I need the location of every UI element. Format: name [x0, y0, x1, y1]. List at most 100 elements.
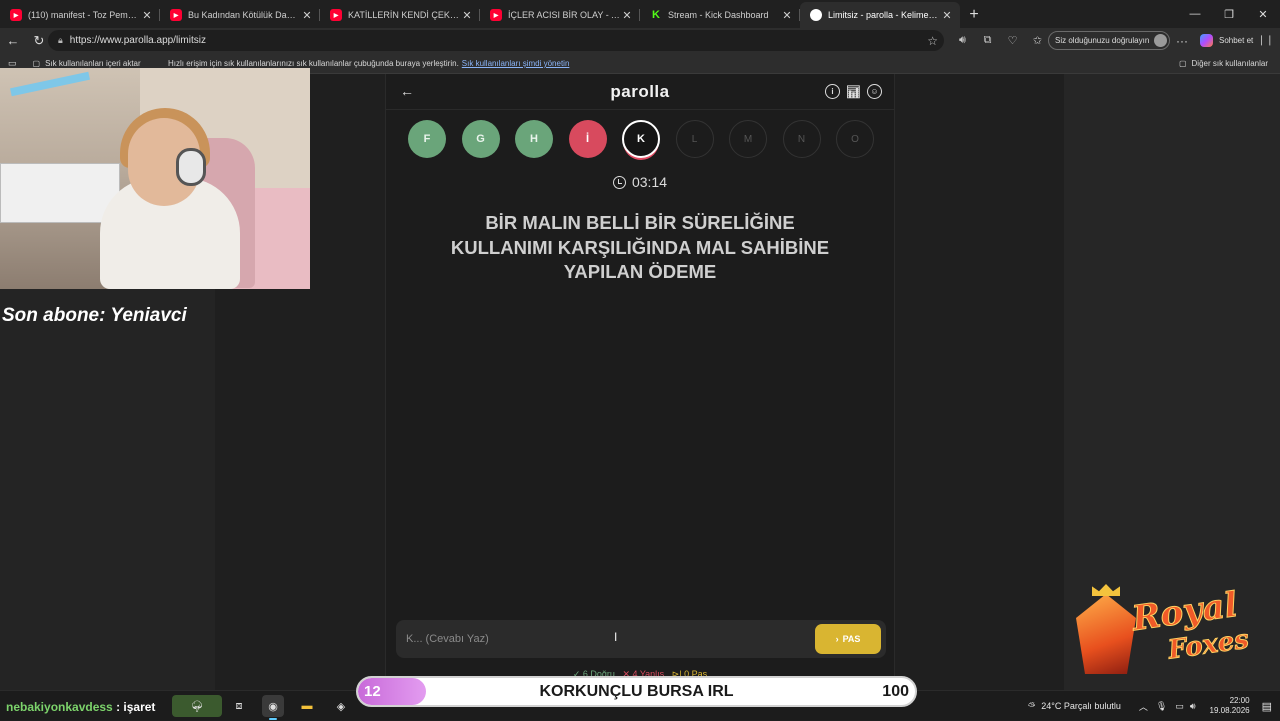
close-tab-icon[interactable]: ✕ — [460, 9, 474, 22]
fox-icon — [1076, 594, 1136, 674]
browser-tab[interactable]: K Stream - Kick Dashboard ✕ — [640, 2, 800, 28]
letter-wrong: İ — [568, 120, 607, 158]
banner-title: KORKUNÇLU BURSA IRL — [539, 683, 734, 700]
chat-text: : işaret — [116, 700, 156, 714]
sidebar-toggle-icon[interactable]: ❘❘ — [1257, 28, 1274, 53]
tab-title: KATİLLERİN KENDİ ÇEKTİĞİ 7 Kork — [348, 10, 460, 20]
verify-identity-button[interactable]: Siz olduğunuzu doğrulayın — [1048, 31, 1170, 50]
extensions-icon[interactable]: ⧉ — [975, 34, 1000, 47]
browser-essentials-icon[interactable]: ♡ — [1000, 34, 1025, 47]
lock-icon: 🔒︎ — [58, 35, 63, 45]
browser-tab[interactable]: ▶ Bu Kadından Kötülük Damlıyor - "S✕ — [160, 2, 320, 28]
stream-banner: 12 KORKUNÇLU BURSA IRL 100 — [356, 676, 917, 707]
letter-correct: F — [408, 120, 446, 158]
tab-title: Stream - Kick Dashboard — [668, 10, 769, 20]
close-tab-icon[interactable]: ✕ — [940, 9, 954, 22]
favorite-star-icon[interactable]: ☆ — [927, 34, 938, 48]
minimize-icon[interactable]: — — [1178, 0, 1212, 28]
tab-strip: ▶(110) manifest - Toz Pembe | Offic✕▶Bu … — [0, 0, 1280, 28]
verify-label: Siz olduğunuzu doğrulayın — [1055, 36, 1150, 45]
network-icon[interactable]: ▭ — [1175, 701, 1184, 712]
answer-input[interactable] — [406, 629, 806, 649]
tray-chevron-icon[interactable]: ︿ — [1139, 700, 1148, 713]
app-icon[interactable]: ◈ — [330, 695, 352, 717]
more-menu-icon[interactable]: ··· — [1176, 28, 1188, 53]
youtube-icon: ▶ — [170, 9, 182, 21]
chat-message: nebakiyonkavdess : işaret — [6, 700, 155, 714]
mic-icon[interactable]: 🎙︎ — [1156, 701, 1167, 712]
copilot-icon — [1200, 34, 1213, 47]
url-field[interactable]: 🔒︎ https://www.parolla.app/limitsiz ☆ — [48, 30, 944, 51]
file-explorer-icon[interactable]: ▬ — [296, 695, 318, 717]
pass-button[interactable]: › PAS — [815, 624, 881, 654]
weather-widget-icon[interactable]: 🌳︎ — [172, 695, 222, 717]
youtube-icon: ▶ — [10, 9, 22, 21]
maximize-icon[interactable]: ❐ — [1212, 0, 1246, 28]
url-text: https://www.parolla.app/limitsiz — [69, 35, 206, 46]
header-icons: i 📊︎ ☺ — [825, 84, 882, 99]
address-bar: ← ↻ 🔒︎ https://www.parolla.app/limitsiz … — [0, 28, 1280, 53]
other-favorites[interactable]: ▢ Diğer sık kullanılanlar — [1179, 53, 1268, 74]
question-text: BİR MALIN BELLİ BİR SÜRELİĞİNE KULLANIMI… — [450, 212, 830, 282]
letter-pending: M — [729, 120, 767, 158]
window-controls: — ❐ ✕ — [1178, 0, 1280, 28]
profile-icon[interactable]: ☺ — [867, 84, 882, 99]
notification-icon[interactable]: ▤ — [1262, 700, 1272, 713]
tab-title: Bu Kadından Kötülük Damlıyor - "S — [188, 10, 300, 20]
volume-icon[interactable]: 🔊︎ — [1190, 701, 1196, 712]
task-view-icon[interactable]: ⧈ — [228, 695, 250, 717]
letter-current: K — [622, 120, 660, 158]
copilot-button[interactable]: Sohbet et — [1200, 32, 1253, 49]
clock-icon — [612, 176, 626, 189]
letter-pending: L — [675, 120, 714, 158]
close-tab-icon[interactable]: ✕ — [780, 9, 794, 22]
folder-icon: ▢ — [1178, 59, 1187, 68]
close-tab-icon[interactable]: ✕ — [620, 9, 634, 22]
browser-tab[interactable]: ▶ KATİLLERİN KENDİ ÇEKTİĞİ 7 Kork✕ — [320, 2, 480, 28]
parolla-icon — [810, 9, 822, 21]
close-window-icon[interactable]: ✕ — [1246, 0, 1280, 28]
tab-title: Limitsiz - parolla - Kelime oyunu — [828, 10, 940, 20]
weather-icon: ⛅︎ — [1028, 700, 1036, 711]
weather-text[interactable]: 24°C Parçalı bulutlu — [1041, 701, 1121, 711]
clock[interactable]: 22:00 19.08.2026 — [1210, 696, 1250, 716]
edge-browser-icon[interactable]: ◉ — [262, 695, 284, 720]
game-container: ← parolla i 📊︎ ☺ FGHİKLMNO 03:14 BİR MAL… — [385, 74, 895, 690]
answer-bar: I › PAS — [396, 620, 886, 658]
import-icon: ▢ — [32, 59, 41, 68]
close-tab-icon[interactable]: ✕ — [140, 9, 154, 22]
info-icon[interactable]: i — [825, 84, 840, 99]
favorites-icon[interactable]: ✩ — [1025, 34, 1050, 47]
timer-value: 03:14 — [631, 174, 668, 190]
letter-correct: H — [515, 120, 553, 158]
manage-favorites-link[interactable]: Sık kullanılanları şimdi yönetin — [462, 59, 570, 68]
game-header: ← parolla i 📊︎ ☺ — [386, 74, 894, 110]
close-tab-icon[interactable]: ✕ — [300, 9, 314, 22]
cam-headset — [176, 148, 206, 186]
new-tab-button[interactable]: + — [960, 2, 988, 28]
other-favorites-label: Diğer sık kullanılanlar — [1191, 59, 1268, 68]
letter-progress: FGHİKLMNO — [408, 120, 874, 158]
text-cursor-icon: I — [614, 630, 618, 644]
cam-mic-arm — [10, 71, 90, 97]
clock-date: 19.08.2026 — [1209, 706, 1250, 715]
browser-tab[interactable]: Limitsiz - parolla - Kelime oyunu✕ — [800, 2, 960, 28]
letter-pending: O — [836, 120, 874, 158]
royal-foxes-logo: Royal Foxes — [1072, 584, 1252, 684]
youtube-icon: ▶ — [330, 9, 342, 21]
browser-tab[interactable]: ▶ (110) manifest - Toz Pembe | Offic✕ — [0, 2, 160, 28]
banner-right-value: 100 — [882, 683, 909, 700]
webcam-overlay — [0, 68, 310, 289]
chat-username: nebakiyonkavdess — [6, 700, 113, 714]
youtube-icon: ▶ — [490, 9, 502, 21]
browser-tab[interactable]: ▶ İÇLER ACISI BİR OLAY - Aberfan Fa✕ — [480, 2, 640, 28]
system-tray: ⛅︎ 24°C Parçalı bulutlu ︿ 🎙︎ ▭ 🔊︎ 22:00 … — [1028, 691, 1280, 721]
back-arrow-icon[interactable]: ← — [0, 28, 26, 53]
cam-piano — [0, 163, 120, 223]
read-aloud-icon[interactable]: 🔊︎ — [950, 34, 975, 47]
import-favorites-label: Sık kullanılanları içeri aktar — [45, 59, 141, 68]
stats-icon[interactable]: 📊︎ — [846, 84, 861, 99]
chevron-right-icon: › — [835, 634, 839, 644]
timer: 03:14 — [386, 174, 894, 190]
app-logo: parolla — [610, 82, 670, 101]
